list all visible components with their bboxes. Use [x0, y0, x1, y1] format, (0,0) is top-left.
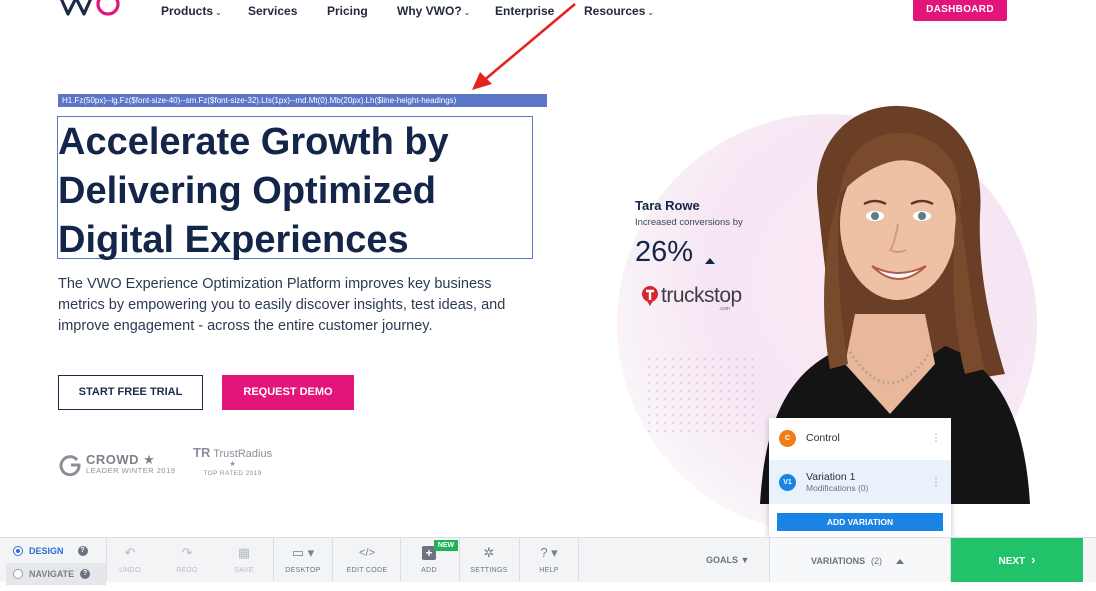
variations-toggle[interactable]: VARIATIONS (2)	[769, 538, 951, 582]
save-button[interactable]: ▦ SAVE	[215, 543, 273, 574]
request-demo-button[interactable]: REQUEST DEMO	[222, 375, 354, 410]
title-line: Accelerate Growth by	[58, 121, 449, 163]
undo-label: UNDO	[119, 567, 141, 574]
chevron-down-icon: ⌄	[215, 8, 222, 17]
code-icon: </>	[359, 547, 375, 559]
undo-icon: ↶	[124, 545, 136, 560]
variations-count: (2)	[871, 556, 882, 566]
navigate-mode-toggle[interactable]: NAVIGATE ?	[6, 563, 106, 585]
help-label: HELP	[539, 567, 559, 574]
redo-icon: ↷	[181, 545, 193, 560]
g2-subtitle: LEADER WINTER 2019	[86, 465, 176, 475]
title-line: Digital Experiences	[58, 219, 409, 261]
help-circle-icon: ? ▾	[540, 545, 558, 560]
variation-label: Variation 1	[806, 471, 856, 483]
nav-pricing[interactable]: Pricing	[327, 4, 368, 18]
nav-services[interactable]: Services	[248, 4, 297, 18]
gear-icon: ✲	[483, 545, 495, 560]
help-icon[interactable]: ?	[77, 546, 88, 556]
element-inspector-tag: H1.Fz(50px)--lg.Fz($font-size-40)--sm.Fz…	[58, 94, 547, 107]
variation-badge: C	[779, 429, 796, 447]
title-line: Delivering Optimized	[58, 170, 436, 212]
chevron-down-icon: ⌄	[647, 8, 655, 17]
start-free-trial-button[interactable]: START FREE TRIAL	[58, 375, 203, 410]
trustradius-title: TrustRadius	[213, 448, 273, 460]
radio-selected-icon	[13, 546, 23, 556]
toolbar-divider	[332, 538, 333, 581]
toolbar-footer	[0, 582, 1096, 591]
nav-resources[interactable]: Resources ⌄	[584, 4, 654, 18]
variations-label: VARIATIONS	[811, 556, 866, 566]
nav-products[interactable]: Products ⌄	[161, 4, 222, 18]
settings-button[interactable]: ✲ SETTINGS	[460, 543, 518, 574]
trustradius-logo-icon: TR	[193, 445, 211, 460]
dashboard-button[interactable]: DASHBOARD	[913, 0, 1007, 21]
edit-code-button[interactable]: </> EDIT CODE	[338, 543, 396, 574]
triangle-up-icon	[896, 559, 904, 564]
trustradius-subtitle: TOP RATED 2019	[203, 470, 262, 477]
truckstop-suffix: .com	[719, 306, 730, 312]
dot-pattern	[645, 355, 755, 435]
save-label: SAVE	[234, 567, 254, 574]
help-button[interactable]: ? ▾ HELP	[520, 543, 578, 574]
variation-badge: V1	[779, 473, 796, 491]
hero-subtitle: The VWO Experience Optimization Platform…	[58, 276, 506, 334]
save-icon: ▦	[237, 545, 251, 560]
star-icon: ★	[229, 461, 236, 468]
vwo-logo[interactable]	[58, 0, 122, 20]
g2-logo-icon	[59, 455, 81, 476]
desktop-device-button[interactable]: ▭ ▾ DESKTOP	[274, 543, 332, 574]
g2-crowd-badge: CROWD ★ LEADER WINTER 2019	[58, 450, 175, 478]
triangle-up-icon	[705, 258, 715, 264]
more-options-icon[interactable]: ⋮	[931, 433, 941, 444]
next-label: NEXT	[998, 556, 1026, 567]
chevron-right-icon: ›	[1031, 552, 1036, 567]
g2-title: CROWD	[86, 451, 140, 467]
variation-item-v1[interactable]: V1 Variation 1 Modifications (0) ⋮	[769, 460, 951, 504]
help-icon[interactable]: ?	[80, 569, 91, 579]
radio-unselected-icon	[13, 569, 23, 579]
redo-label: REDO	[176, 567, 198, 574]
settings-label: SETTINGS	[470, 567, 508, 574]
star-icon: ★	[143, 451, 156, 467]
toolbar-divider	[578, 538, 579, 581]
page-title: Accelerate Growth by Delivering Optimize…	[58, 118, 528, 265]
testimonial-percent: 26%	[635, 236, 694, 268]
variation-item-control[interactable]: C Control ⋮	[769, 418, 951, 458]
trustradius-badge: TR TrustRadius ★ TOP RATED 2019	[193, 446, 272, 479]
desktop-label: DESKTOP	[285, 567, 321, 574]
annotation-arrow-icon	[472, 3, 576, 90]
navigate-mode-label: NAVIGATE	[29, 569, 75, 579]
add-variation-button[interactable]: ADD VARIATION	[777, 513, 943, 531]
testimonial-description: Increased conversions by	[635, 217, 743, 228]
variation-label: Control	[806, 432, 840, 444]
truckstop-logo: truckstop .com	[641, 284, 742, 312]
variations-panel: C Control ⋮ V1 Variation 1 Modifications…	[769, 418, 951, 538]
goals-dropdown[interactable]: GOALS ▼	[706, 555, 749, 565]
monitor-icon: ▭ ▾	[291, 545, 315, 560]
add-label: ADD	[421, 567, 437, 574]
more-options-icon[interactable]: ⋮	[931, 477, 941, 488]
design-mode-label: DESIGN	[29, 546, 64, 556]
testimonial-name: Tara Rowe	[635, 198, 700, 213]
undo-button[interactable]: ↶ UNDO	[101, 543, 159, 574]
truckstop-mark-icon	[642, 286, 658, 306]
new-badge: NEW	[434, 540, 458, 551]
truckstop-wordmark: truckstop	[661, 284, 742, 307]
redo-button[interactable]: ↷ REDO	[158, 543, 216, 574]
design-mode-toggle[interactable]: DESIGN ?	[6, 540, 106, 562]
variation-modifications: Modifications (0)	[806, 483, 869, 493]
next-button[interactable]: NEXT ›	[951, 538, 1083, 582]
edit-code-label: EDIT CODE	[346, 567, 388, 574]
